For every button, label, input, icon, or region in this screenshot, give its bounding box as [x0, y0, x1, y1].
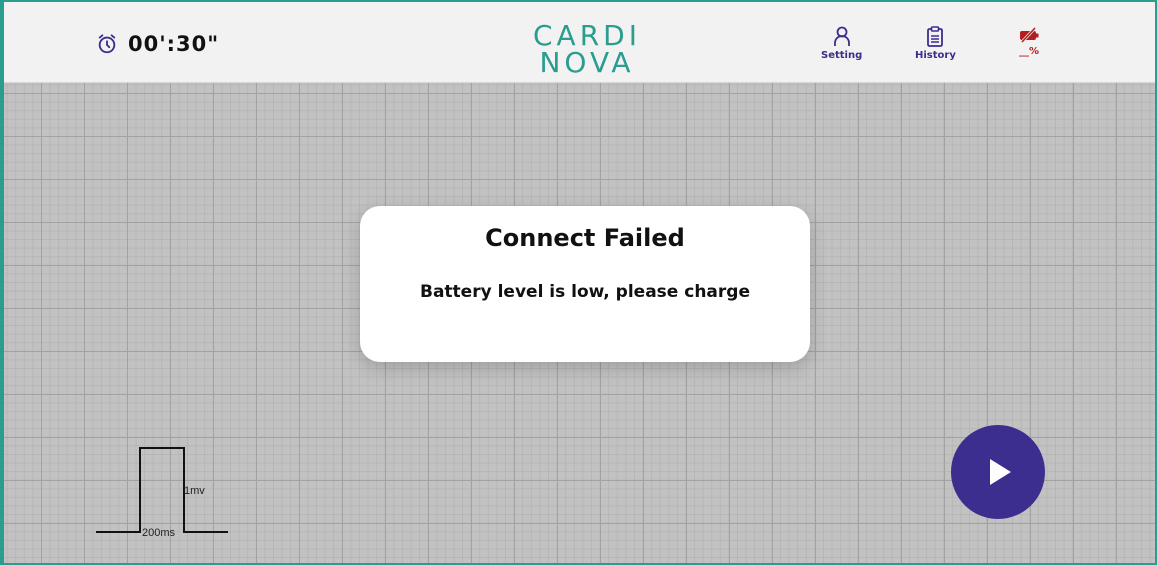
history-button[interactable]: History	[915, 26, 956, 61]
duration-label: 200ms	[142, 527, 176, 539]
timer-value: 00':30"	[128, 32, 220, 56]
header-bar: 00':30" CARDI NOVA Setting History __%	[4, 2, 1155, 83]
clipboard-icon	[927, 26, 944, 47]
play-icon	[990, 459, 1011, 485]
setting-button[interactable]: Setting	[821, 26, 862, 61]
logo-line-1: CARDI	[533, 19, 641, 52]
timer: 00':30"	[96, 32, 219, 56]
alert-dialog: Connect Failed Battery level is low, ple…	[360, 206, 810, 362]
app-logo: CARDI NOVA	[532, 22, 642, 80]
user-icon	[833, 26, 850, 46]
setting-label: Setting	[821, 50, 863, 61]
dialog-message: Battery level is low, please charge	[420, 282, 750, 302]
alarm-clock-icon	[98, 34, 116, 54]
battery-level-label: __%	[1018, 46, 1040, 57]
calibration-pulse: 1mv 200ms	[96, 447, 228, 539]
battery-off-icon	[1020, 26, 1039, 44]
amplitude-label: 1mv	[184, 485, 205, 497]
battery-indicator: __%	[1018, 26, 1040, 57]
logo-line-2: NOVA	[539, 46, 635, 79]
app-window: 00':30" CARDI NOVA Setting History __% 1…	[0, 0, 1157, 565]
history-label: History	[915, 50, 956, 61]
dialog-title: Connect Failed	[485, 224, 685, 252]
play-button[interactable]	[951, 425, 1045, 519]
